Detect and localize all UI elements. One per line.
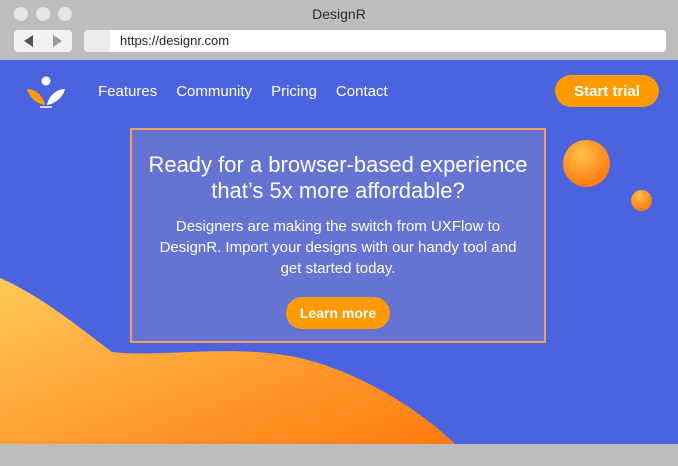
start-trial-button[interactable]: Start trial [555,75,659,107]
main-nav: Features Community Pricing Contact [98,83,388,100]
hero-heading: Ready for a browser-based experience tha… [148,152,528,203]
nav-item-pricing[interactable]: Pricing [271,83,317,100]
forward-arrow-icon[interactable] [53,35,62,47]
window-bottom-bar [0,444,678,466]
address-bar[interactable]: https://designr.com [84,30,666,52]
url-text: https://designr.com [120,33,230,48]
hero-card: Ready for a browser-based experience tha… [130,128,546,343]
decorative-orange-circle-large [563,140,610,187]
nav-item-community[interactable]: Community [176,83,252,100]
learn-more-button[interactable]: Learn more [286,297,390,329]
nav-item-contact[interactable]: Contact [336,83,388,100]
hero-body: Designers are making the switch from UXF… [159,218,517,277]
leaf-person-logo-icon[interactable] [26,74,66,110]
back-arrow-icon[interactable] [24,35,33,47]
browser-chrome: DesignR https://designr.com [0,0,678,60]
decorative-orange-circle-small [631,190,652,211]
nav-item-features[interactable]: Features [98,83,157,100]
history-buttons [14,30,72,52]
address-bar-stub [84,30,110,52]
window-title: DesignR [312,6,366,22]
landing-page: Features Community Pricing Contact Start… [0,60,678,444]
browser-window: DesignR https://designr.com Features Com… [0,0,678,466]
